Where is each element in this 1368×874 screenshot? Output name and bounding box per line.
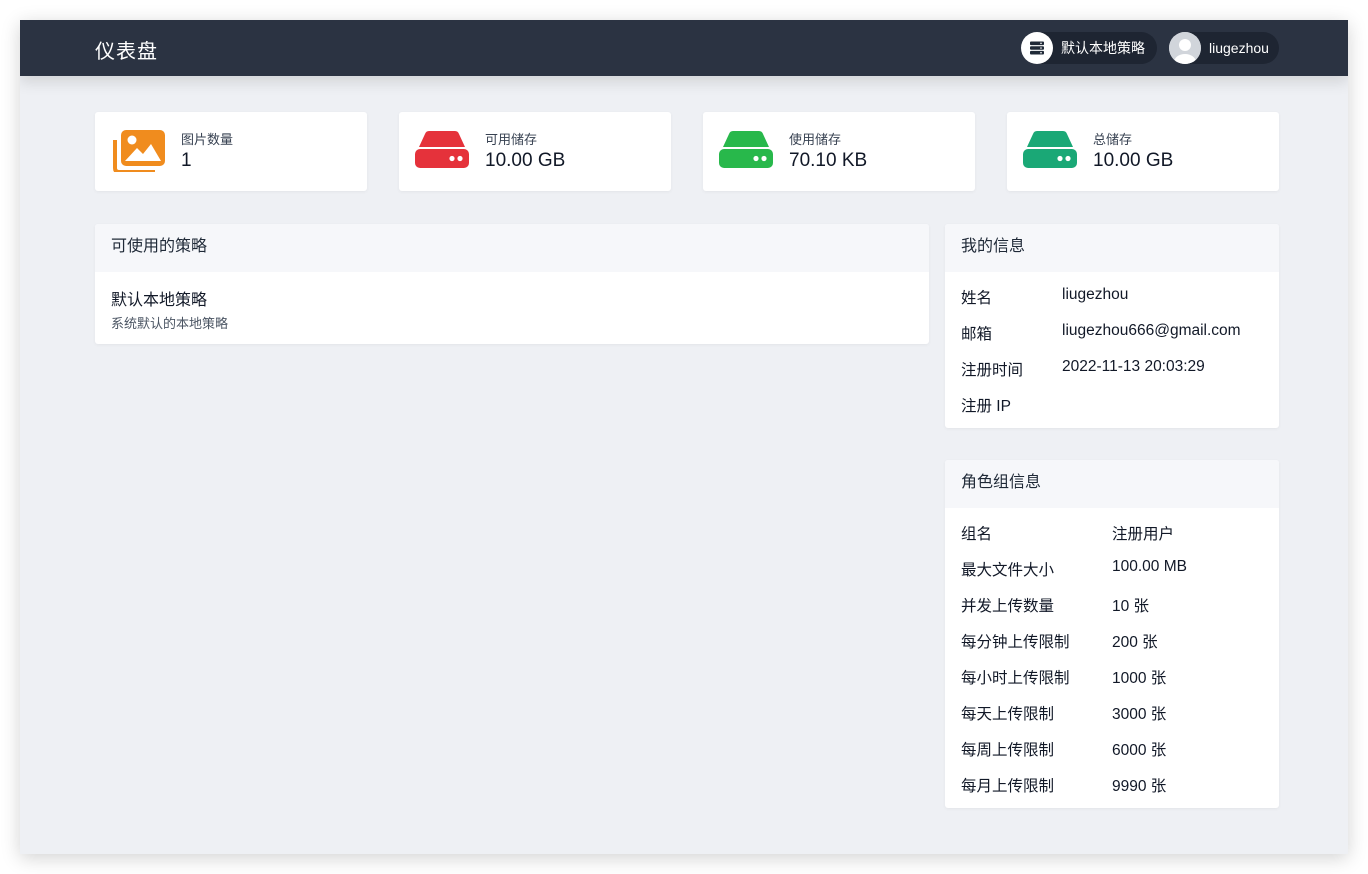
role-key: 最大文件大小 [961, 562, 1055, 579]
role-info-panel: 角色组信息 组名 注册用户 最大文件大小 100.00 MB 并发上传数量 10… [945, 460, 1279, 808]
role-key: 每周上传限制 [961, 742, 1055, 759]
panel-title: 角色组信息 [945, 460, 1279, 508]
info-key: 姓名 [961, 290, 993, 307]
role-row: 每小时上传限制 1000 张 [961, 666, 1271, 690]
hard-drive-icon [1023, 130, 1077, 172]
hard-drive-icon [415, 130, 469, 172]
user-menu-button[interactable]: liugezhou [1169, 32, 1279, 64]
stat-card-used-storage: 使用储存 70.10 KB [703, 112, 975, 191]
role-value: 1000 张 [1112, 670, 1167, 687]
role-value: 100.00 MB [1112, 558, 1187, 575]
avatar [1169, 32, 1201, 64]
info-row-registered-at: 注册时间 2022-11-13 20:03:29 [961, 358, 1271, 382]
stat-card-images: 图片数量 1 [95, 112, 367, 191]
role-value: 3000 张 [1112, 706, 1167, 723]
role-row: 每周上传限制 6000 张 [961, 738, 1271, 762]
role-key: 每分钟上传限制 [961, 634, 1070, 651]
strategy-switcher-button[interactable]: 默认本地策略 [1021, 32, 1157, 64]
top-navbar: 仪表盘 默认本地策略 liugezhou [20, 20, 1348, 76]
strategies-panel: 可使用的策略 默认本地策略 系统默认的本地策略 [95, 224, 929, 344]
role-key: 并发上传数量 [961, 598, 1055, 615]
info-row-name: 姓名 liugezhou [961, 286, 1271, 310]
role-row: 最大文件大小 100.00 MB [961, 558, 1271, 582]
stat-card-available-storage: 可用储存 10.00 GB [399, 112, 671, 191]
server-icon [1021, 32, 1053, 64]
stat-value: 1 [181, 150, 192, 171]
role-key: 组名 [961, 526, 993, 543]
role-value: 6000 张 [1112, 742, 1167, 759]
strategy-name: 默认本地策略 [111, 292, 208, 309]
stat-label: 总储存 [1093, 132, 1133, 147]
stat-label: 图片数量 [181, 132, 234, 147]
app-window: 仪表盘 默认本地策略 liugezhou 图片数量 1 可用储存 10.00 G… [20, 20, 1348, 854]
strategy-description: 系统默认的本地策略 [111, 316, 229, 331]
strategy-switcher-label: 默认本地策略 [1061, 40, 1145, 56]
panel-title: 可使用的策略 [95, 224, 929, 272]
role-value: 注册用户 [1112, 526, 1175, 543]
info-value: 2022-11-13 20:03:29 [1062, 358, 1205, 375]
info-value: liugezhou666@gmail.com [1062, 322, 1241, 339]
info-row-registered-ip: 注册 IP [961, 394, 1271, 418]
stat-card-total-storage: 总储存 10.00 GB [1007, 112, 1279, 191]
images-icon [111, 130, 165, 174]
role-key: 每天上传限制 [961, 706, 1055, 723]
panel-title: 我的信息 [945, 224, 1279, 272]
role-value: 10 张 [1112, 598, 1150, 615]
info-value: liugezhou [1062, 286, 1129, 303]
role-row: 每月上传限制 9990 张 [961, 774, 1271, 798]
stat-label: 使用储存 [789, 132, 842, 147]
stat-value: 10.00 GB [485, 150, 566, 171]
info-row-email: 邮箱 liugezhou666@gmail.com [961, 322, 1271, 346]
stat-value: 10.00 GB [1093, 150, 1174, 171]
info-key: 注册 IP [961, 398, 1011, 415]
role-row: 并发上传数量 10 张 [961, 594, 1271, 618]
page-title: 仪表盘 [95, 41, 158, 63]
stat-value: 70.10 KB [789, 150, 868, 171]
role-key: 每小时上传限制 [961, 670, 1070, 687]
stat-label: 可用储存 [485, 132, 538, 147]
role-row: 每天上传限制 3000 张 [961, 702, 1271, 726]
role-row: 每分钟上传限制 200 张 [961, 630, 1271, 654]
username-label: liugezhou [1209, 40, 1269, 56]
hard-drive-icon [719, 130, 773, 172]
my-info-panel: 我的信息 姓名 liugezhou 邮箱 liugezhou666@gmail.… [945, 224, 1279, 428]
info-key: 注册时间 [961, 362, 1024, 379]
role-value: 9990 张 [1112, 778, 1167, 795]
role-key: 每月上传限制 [961, 778, 1055, 795]
role-value: 200 张 [1112, 634, 1158, 651]
role-row: 组名 注册用户 [961, 522, 1271, 546]
info-key: 邮箱 [961, 326, 993, 343]
